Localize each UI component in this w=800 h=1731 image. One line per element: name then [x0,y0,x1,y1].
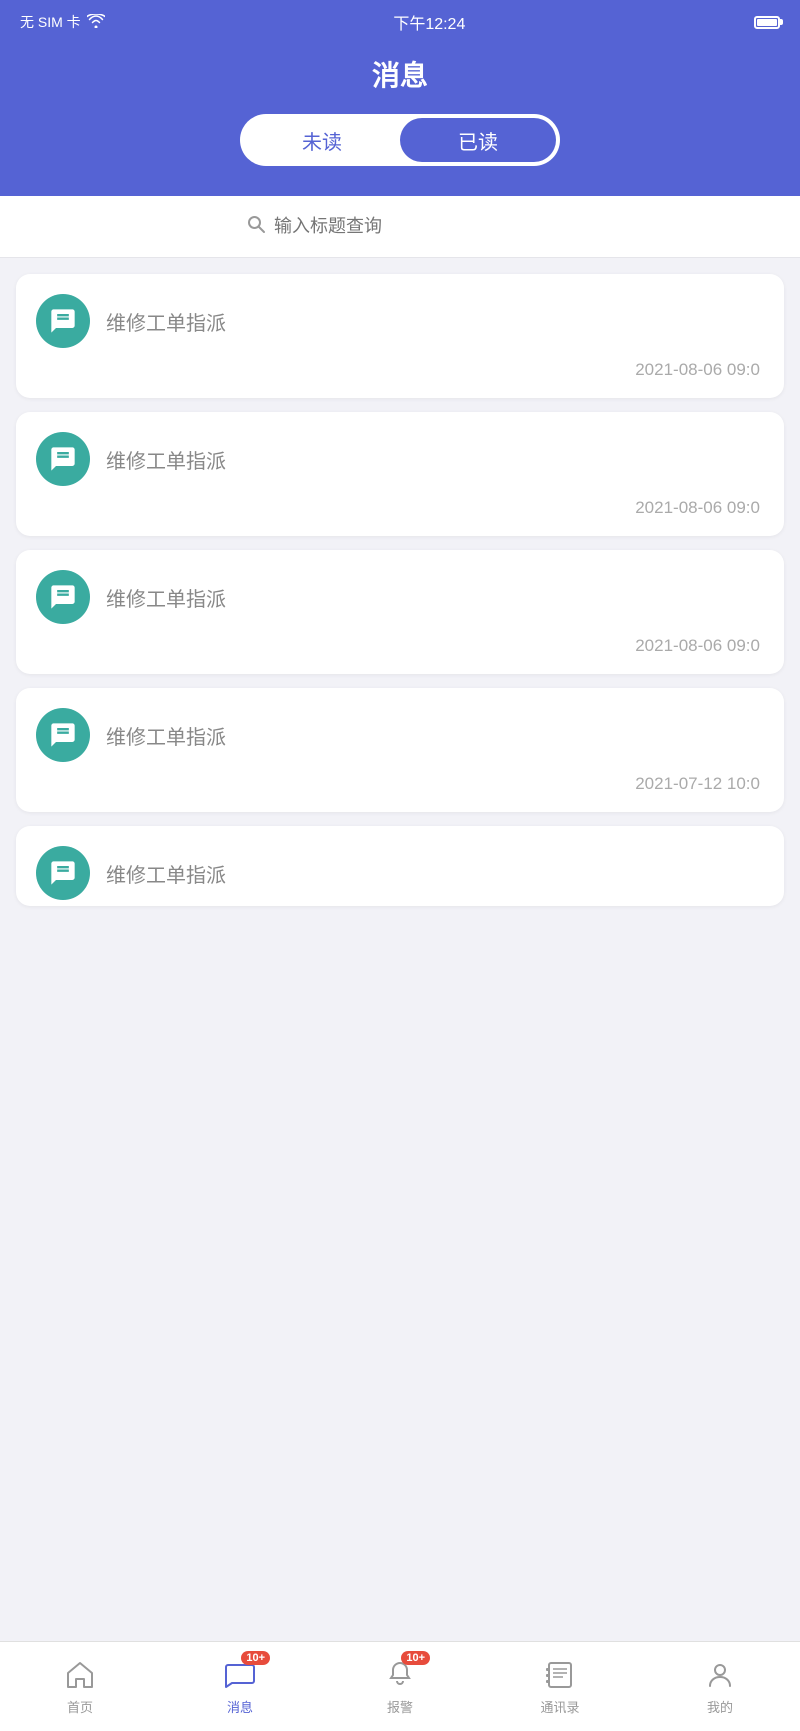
message-card[interactable]: 维修工单指派 2021-08-06 09:0 [16,550,784,674]
tab-item-home[interactable]: 首页 [45,1657,115,1716]
tab-read[interactable]: 已读 [400,118,556,162]
message-type-icon [36,432,90,486]
battery-icon [754,16,780,29]
message-date: 2021-07-12 10:0 [36,774,764,794]
header: 消息 未读 已读 [0,44,800,196]
wifi-icon [87,14,105,31]
contacts-icon-wrap [542,1657,578,1693]
tab-bar: 首页 10+ 消息 10+ 报警 [0,1641,800,1731]
alarm-icon-wrap: 10+ [382,1657,418,1693]
message-title: 维修工单指派 [106,583,226,612]
tab-item-alarm[interactable]: 10+ 报警 [365,1657,435,1716]
page-title: 消息 [372,54,428,94]
message-list: 维修工单指派 2021-08-06 09:0 维修工单指派 2021-08-06… [0,258,800,1641]
message-title: 维修工单指派 [106,859,226,888]
message-badge: 10+ [241,1651,270,1665]
tab-label-home: 首页 [67,1697,93,1716]
search-icon [246,214,266,239]
tab-unread[interactable]: 未读 [244,118,400,162]
search-input[interactable] [274,216,554,237]
message-icon-wrap: 10+ [222,1657,258,1693]
message-type-icon [36,570,90,624]
alarm-badge: 10+ [401,1651,430,1665]
message-card[interactable]: 维修工单指派 2021-08-06 09:0 [16,412,784,536]
tab-label-alarm: 报警 [387,1697,413,1716]
search-bar [0,196,800,258]
message-date: 2021-08-06 09:0 [36,636,764,656]
message-card[interactable]: 维修工单指派 2021-07-12 10:0 [16,688,784,812]
status-left: 无 SIM 卡 [20,12,105,32]
tab-label-contacts: 通讯录 [540,1697,579,1716]
read-unread-toggle: 未读 已读 [240,114,560,166]
status-right [754,16,780,29]
message-type-icon [36,708,90,762]
tab-label-mine: 我的 [707,1697,733,1716]
sim-status: 无 SIM 卡 [20,12,81,32]
tab-item-mine[interactable]: 我的 [685,1657,755,1716]
message-card-partial[interactable]: 维修工单指派 [16,826,784,906]
message-title: 维修工单指派 [106,307,226,336]
message-title: 维修工单指派 [106,721,226,750]
message-date: 2021-08-06 09:0 [36,360,764,380]
tab-item-message[interactable]: 10+ 消息 [205,1657,275,1716]
status-bar: 无 SIM 卡 下午12:24 [0,0,800,44]
message-type-icon [36,294,90,348]
message-type-icon [36,846,90,900]
message-card[interactable]: 维修工单指派 2021-08-06 09:0 [16,274,784,398]
home-icon-wrap [62,1657,98,1693]
message-date: 2021-08-06 09:0 [36,498,764,518]
tab-item-contacts[interactable]: 通讯录 [525,1657,595,1716]
status-time: 下午12:24 [393,10,465,34]
mine-icon-wrap [702,1657,738,1693]
message-title: 维修工单指派 [106,445,226,474]
tab-label-message: 消息 [227,1697,253,1716]
